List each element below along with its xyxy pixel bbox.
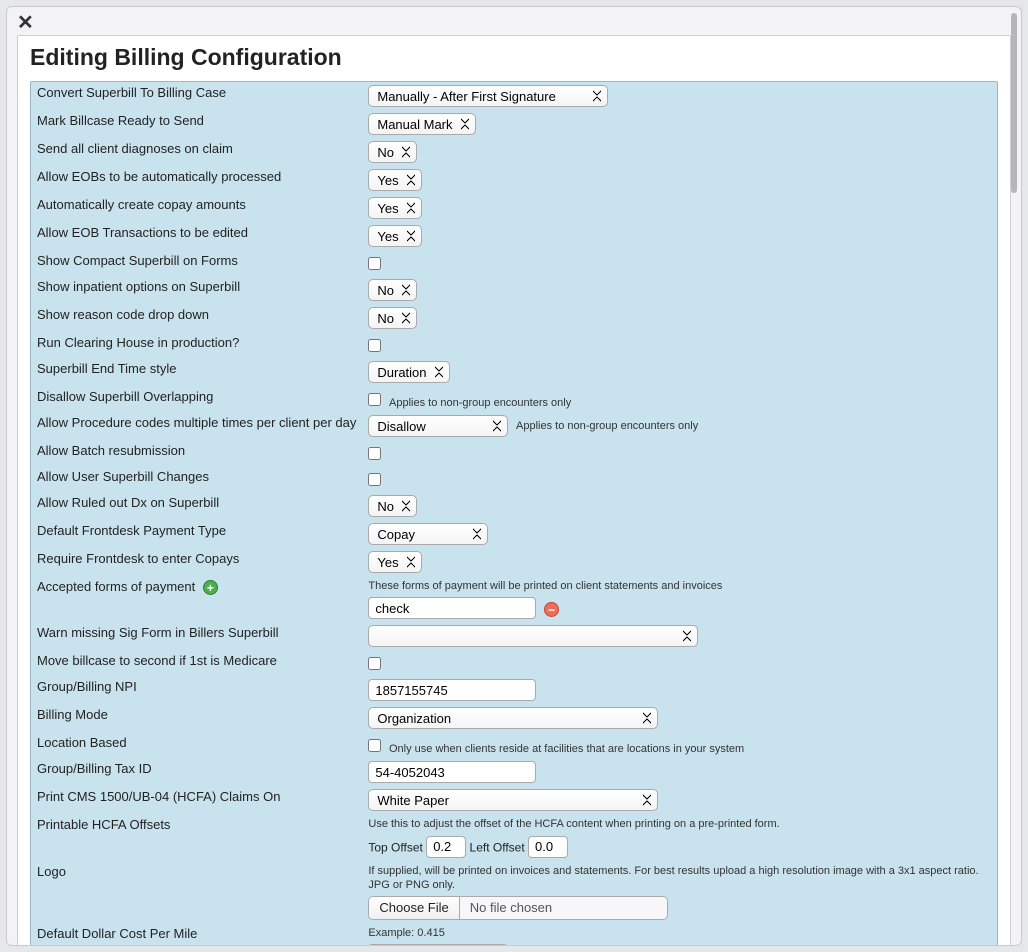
label-ruled-out-dx: Allow Ruled out Dx on Superbill <box>31 492 362 520</box>
label-batch-resub: Allow Batch resubmission <box>31 440 362 466</box>
select-require-copay[interactable]: Yes <box>368 551 422 573</box>
label-procedure-multi: Allow Procedure codes multiple times per… <box>31 412 362 440</box>
label-move-billcase: Move billcase to second if 1st is Medica… <box>31 650 362 676</box>
label-show-inpatient: Show inpatient options on Superbill <box>31 276 362 304</box>
label-disallow-overlap: Disallow Superbill Overlapping <box>31 386 362 412</box>
helper-accepted-forms: These forms of payment will be printed o… <box>368 579 991 593</box>
label-compact-superbill: Show Compact Superbill on Forms <box>31 250 362 276</box>
select-send-all-diag[interactable]: No <box>368 141 417 163</box>
select-mark-ready[interactable]: Manual Mark <box>368 113 476 135</box>
helper-location-based: Only use when clients reside at faciliti… <box>389 743 744 755</box>
config-panel: Convert Superbill To Billing Case Manual… <box>30 81 998 946</box>
select-convert-superbill[interactable]: Manually - After First Signature <box>368 85 608 107</box>
select-show-inpatient[interactable]: No <box>368 279 417 301</box>
helper-disallow-overlap: Applies to non-group encounters only <box>389 397 571 409</box>
label-location-based: Location Based <box>31 732 362 758</box>
label-accepted-forms: Accepted forms of payment <box>37 579 195 594</box>
select-default-fd-pay[interactable]: Copay <box>368 523 488 545</box>
select-auto-copay[interactable]: Yes <box>368 197 422 219</box>
label-require-copay: Require Frontdesk to enter Copays <box>31 548 362 576</box>
label-hcfa-offsets: Printable HCFA Offsets <box>31 814 362 860</box>
label-print-claims: Print CMS 1500/UB-04 (HCFA) Claims On <box>31 786 362 814</box>
label-billing-npi: Group/Billing NPI <box>31 676 362 704</box>
label-allow-eob-auto: Allow EOBs to be automatically processed <box>31 166 362 194</box>
helper-procedure-multi: Applies to non-group encounters only <box>516 420 698 432</box>
input-billing-npi[interactable] <box>368 679 536 701</box>
label-auto-copay: Automatically create copay amounts <box>31 194 362 222</box>
input-top-offset[interactable] <box>426 836 466 858</box>
file-status: No file chosen <box>460 897 668 919</box>
label-logo: Logo <box>31 861 362 924</box>
select-print-claims[interactable]: White Paper <box>368 789 658 811</box>
label-cost-per-mile: Default Dollar Cost Per Mile <box>31 923 362 946</box>
file-input-logo[interactable]: Choose File No file chosen <box>368 896 668 920</box>
label-convert-superbill: Convert Superbill To Billing Case <box>31 82 362 110</box>
select-allow-eob-auto[interactable]: Yes <box>368 169 422 191</box>
select-end-time-style[interactable]: Duration <box>368 361 450 383</box>
checkbox-user-sb-changes[interactable] <box>368 473 381 486</box>
label-mark-ready: Mark Billcase Ready to Send <box>31 110 362 138</box>
select-procedure-multi[interactable]: Disallow <box>368 415 508 437</box>
select-ruled-out-dx[interactable]: No <box>368 495 417 517</box>
helper-hcfa-offsets: Use this to adjust the offset of the HCF… <box>368 817 991 831</box>
helper-cost-per-mile: Example: 0.415 <box>368 926 991 940</box>
label-default-fd-pay: Default Frontdesk Payment Type <box>31 520 362 548</box>
close-icon[interactable]: ✕ <box>7 7 1021 33</box>
input-accepted-forms[interactable] <box>368 597 536 619</box>
helper-logo: If supplied, will be printed on invoices… <box>368 864 991 893</box>
label-billing-mode: Billing Mode <box>31 704 362 732</box>
label-allow-eob-edit: Allow EOB Transactions to be edited <box>31 222 362 250</box>
checkbox-disallow-overlap[interactable] <box>368 393 381 406</box>
label-clearing-house: Run Clearing House in production? <box>31 332 362 358</box>
checkbox-location-based[interactable] <box>368 739 381 752</box>
checkbox-move-billcase[interactable] <box>368 657 381 670</box>
label-warn-sig: Warn missing Sig Form in Billers Superbi… <box>31 622 362 650</box>
checkbox-batch-resub[interactable] <box>368 447 381 460</box>
remove-payment-form-icon[interactable]: − <box>544 602 559 617</box>
input-left-offset[interactable] <box>528 836 568 858</box>
page-title: Editing Billing Configuration <box>30 44 998 71</box>
label-user-sb-changes: Allow User Superbill Changes <box>31 466 362 492</box>
label-reason-code: Show reason code drop down <box>31 304 362 332</box>
input-cost-per-mile[interactable] <box>368 944 508 946</box>
choose-file-button[interactable]: Choose File <box>369 897 459 919</box>
label-send-all-diag: Send all client diagnoses on claim <box>31 138 362 166</box>
add-payment-form-icon[interactable]: + <box>203 580 218 595</box>
label-left-offset: Left Offset <box>470 840 525 854</box>
select-reason-code[interactable]: No <box>368 307 417 329</box>
select-warn-sig[interactable] <box>368 625 698 647</box>
label-top-offset: Top Offset <box>368 840 422 854</box>
checkbox-clearing-house[interactable] <box>368 339 381 352</box>
checkbox-compact-superbill[interactable] <box>368 257 381 270</box>
label-tax-id: Group/Billing Tax ID <box>31 758 362 786</box>
scrollbar[interactable] <box>1011 13 1017 193</box>
select-allow-eob-edit[interactable]: Yes <box>368 225 422 247</box>
label-end-time-style: Superbill End Time style <box>31 358 362 386</box>
input-tax-id[interactable] <box>368 761 536 783</box>
select-billing-mode[interactable]: Organization <box>368 707 658 729</box>
